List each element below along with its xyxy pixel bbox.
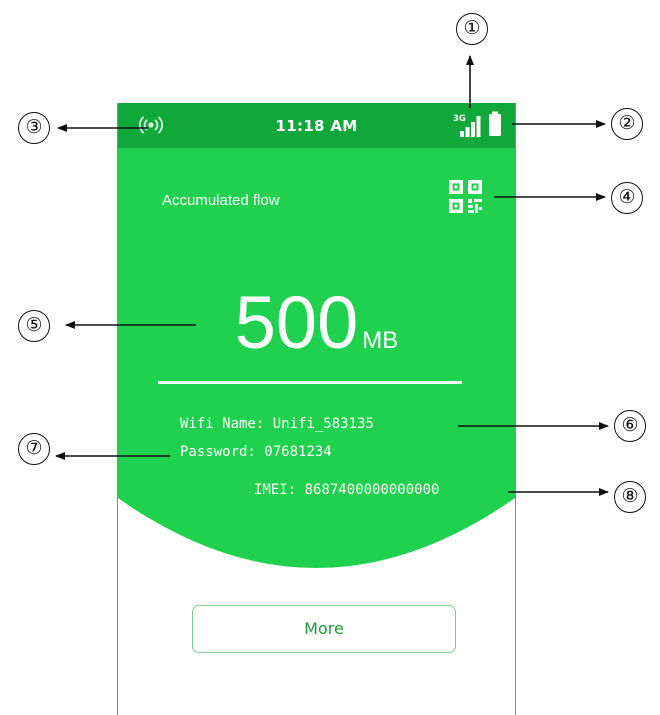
password-label: Password: — [180, 444, 256, 460]
usage-unit: MB — [362, 327, 399, 354]
qr-code-icon[interactable] — [449, 180, 482, 213]
callout-7: ⑦ — [18, 433, 50, 465]
usage-value: 500 — [234, 281, 359, 364]
callout-8: ⑧ — [614, 481, 646, 513]
callout-5: ⑤ — [18, 310, 50, 342]
imei-label: IMEI: — [254, 482, 297, 498]
accumulated-flow-label: Accumulated flow — [162, 192, 280, 209]
more-button[interactable]: More — [192, 605, 456, 653]
wifi-name-row: Wifi Name: Unifi_583135 — [180, 416, 374, 432]
password-row: Password: 07681234 — [180, 444, 332, 460]
usage-divider — [158, 381, 462, 384]
callout-6: ⑥ — [614, 410, 646, 442]
callout-2: ② — [611, 108, 643, 140]
imei-row: IMEI: 8687400000000000 — [254, 482, 439, 498]
status-bar: 11:18 AM 3G — [118, 103, 515, 148]
wifi-name-label: Wifi Name: — [180, 416, 265, 432]
callout-1: ① — [456, 13, 488, 45]
signal-strength-icon: 3G — [453, 114, 481, 137]
battery-icon — [489, 111, 501, 136]
device-screen: 11:18 AM 3G Accumulated flow 500 MB Wifi… — [117, 103, 516, 715]
screenshot-canvas: 11:18 AM 3G Accumulated flow 500 MB Wifi… — [0, 0, 660, 715]
callout-4: ④ — [611, 182, 643, 214]
imei-value: 8687400000000000 — [304, 482, 440, 498]
usage-readout: 500 MB — [118, 283, 515, 363]
network-type-label: 3G — [453, 114, 466, 124]
password-value: 07681234 — [264, 444, 332, 460]
wifi-name-value: Unifi_583135 — [272, 416, 374, 432]
callout-3: ③ — [18, 112, 50, 144]
